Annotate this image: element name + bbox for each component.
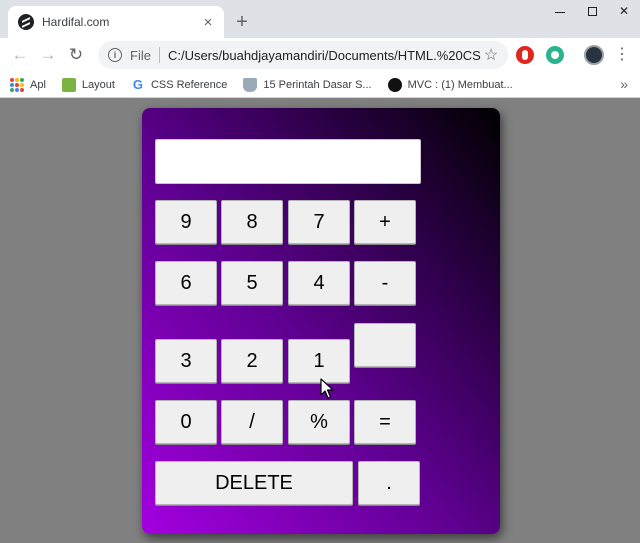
- key-3[interactable]: 3: [155, 339, 217, 383]
- key-plus[interactable]: +: [354, 200, 416, 244]
- arrow-right-icon: →: [39, 45, 57, 64]
- key-blank[interactable]: [354, 323, 416, 367]
- google-icon: G: [132, 77, 143, 92]
- url-text[interactable]: C:/Users/buahdjayamandiri/Documents/HTML…: [168, 48, 482, 63]
- key-2[interactable]: 2: [221, 339, 283, 383]
- close-window-button[interactable]: ✕: [608, 0, 640, 22]
- maximize-icon: [587, 6, 597, 16]
- url-scheme: File: [130, 47, 151, 63]
- mouse-pointer-icon: [320, 378, 334, 399]
- browser-tab[interactable]: Hardifal.com ×: [8, 6, 224, 38]
- reload-icon: ↻: [68, 45, 84, 64]
- address-bar[interactable]: i File C:/Users/buahdjayamandiri/Documen…: [98, 41, 508, 69]
- kebab-menu-icon[interactable]: ⋮: [614, 47, 630, 63]
- page-viewport: 9 8 7 + 6 5 4 - 3 2 1 0 / % = DELETE .: [0, 98, 640, 543]
- tab-close-icon[interactable]: ×: [200, 14, 216, 31]
- window-controls: ✕: [544, 0, 640, 22]
- tab-strip: Hardifal.com × + ✕: [0, 0, 640, 38]
- maximize-button[interactable]: [576, 0, 608, 22]
- bookmark-apl[interactable]: Apl: [10, 77, 46, 92]
- key-7[interactable]: 7: [288, 200, 350, 244]
- bookmark-star-icon[interactable]: ☆: [482, 45, 500, 65]
- bookmarks-bar: Apl Layout G CSS Reference 15 Perintah D…: [0, 72, 640, 98]
- key-4[interactable]: 4: [288, 261, 350, 305]
- tab-title: Hardifal.com: [42, 15, 110, 29]
- mvc-icon: [387, 77, 402, 92]
- bookmark-layout[interactable]: Layout: [61, 77, 115, 92]
- key-percent[interactable]: %: [288, 400, 350, 444]
- close-icon: ✕: [618, 4, 630, 18]
- calculator-panel: 9 8 7 + 6 5 4 - 3 2 1 0 / % = DELETE .: [142, 108, 500, 534]
- key-1[interactable]: 1: [288, 339, 350, 383]
- bookmarks-overflow-button[interactable]: »: [620, 76, 628, 92]
- minimize-icon: [555, 11, 565, 13]
- browser-toolbar: ← → ↻ i File C:/Users/buahdjayamandiri/D…: [0, 38, 640, 72]
- minimize-button[interactable]: [544, 0, 576, 22]
- key-6[interactable]: 6: [155, 261, 217, 305]
- bookmark-label: CSS Reference: [150, 78, 228, 91]
- forward-button[interactable]: →: [34, 41, 62, 69]
- bookmark-perintah-dasar[interactable]: 15 Perintah Dasar S...: [243, 77, 372, 92]
- bookmark-label: 15 Perintah Dasar S...: [263, 78, 372, 91]
- key-8[interactable]: 8: [221, 200, 283, 244]
- key-0[interactable]: 0: [155, 400, 217, 444]
- boat-icon: [243, 77, 258, 92]
- info-icon[interactable]: i: [108, 48, 122, 62]
- bookmark-label: Apl: [30, 78, 46, 91]
- new-tab-button[interactable]: +: [232, 10, 252, 34]
- key-dot[interactable]: .: [358, 461, 420, 505]
- back-button[interactable]: ←: [6, 41, 34, 69]
- key-5[interactable]: 5: [221, 261, 283, 305]
- key-divide[interactable]: /: [221, 400, 283, 444]
- site-favicon-icon: [18, 14, 34, 30]
- key-9[interactable]: 9: [155, 200, 217, 244]
- arrow-left-icon: ←: [11, 45, 29, 64]
- reload-button[interactable]: ↻: [62, 41, 90, 69]
- apps-grid-icon: [10, 77, 24, 92]
- bookmark-css-reference[interactable]: G CSS Reference: [131, 77, 228, 92]
- extension-red-icon[interactable]: [516, 46, 534, 64]
- calculator-display[interactable]: [155, 139, 421, 184]
- delete-button[interactable]: DELETE: [155, 461, 353, 505]
- bookmark-label: Layout: [81, 78, 115, 91]
- bookmark-mvc[interactable]: MVC : (1) Membuat...: [387, 77, 513, 92]
- divider: [158, 47, 160, 63]
- key-equals[interactable]: =: [354, 400, 416, 444]
- layout-icon: [61, 77, 76, 92]
- bookmark-label: MVC : (1) Membuat...: [407, 78, 513, 91]
- key-minus[interactable]: -: [354, 261, 416, 305]
- profile-avatar[interactable]: [584, 45, 604, 65]
- extension-green-icon[interactable]: [546, 46, 564, 64]
